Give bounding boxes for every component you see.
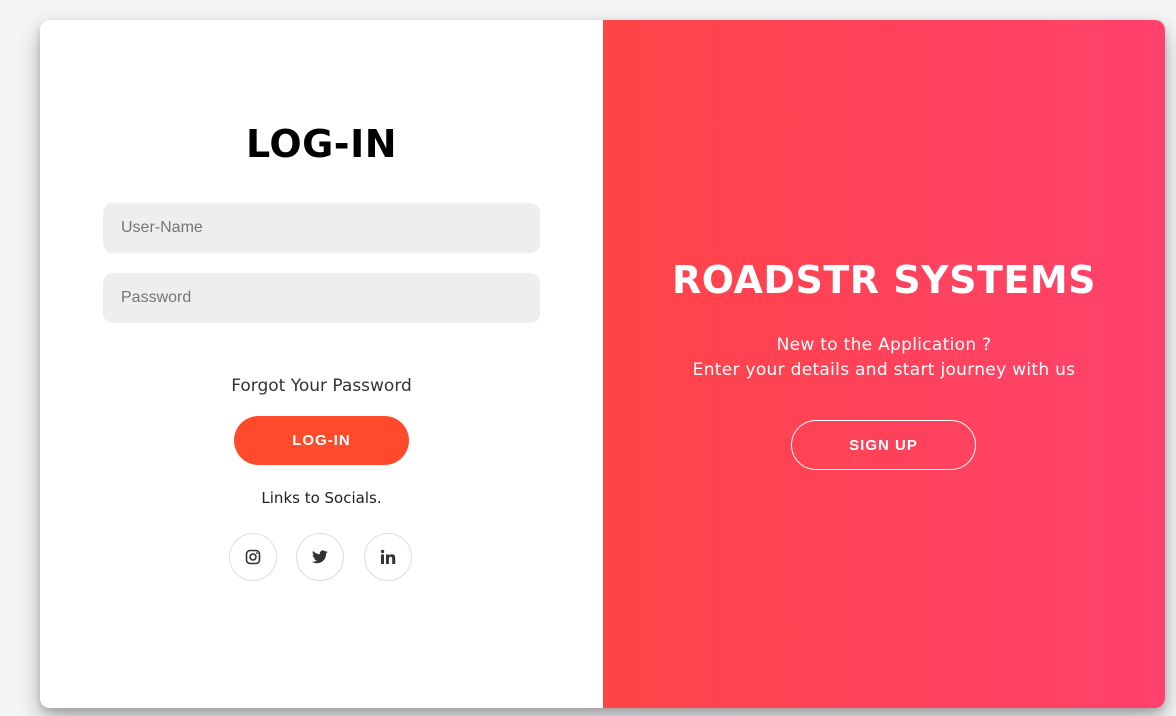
signup-tagline-line1: New to the Application ? [776,335,992,355]
username-input[interactable] [103,203,540,253]
twitter-link[interactable] [296,533,344,581]
login-panel: LOG-IN Forgot Your Password LOG-IN Links… [40,20,603,708]
login-button[interactable]: LOG-IN [234,416,409,465]
instagram-icon [245,549,261,565]
linkedin-icon [380,549,396,564]
linkedin-link[interactable] [364,533,412,581]
password-input[interactable] [103,273,540,323]
brand-title: ROADSTR SYSTEMS [671,258,1097,302]
socials-label: Links to Socials. [261,489,382,507]
forgot-password-link[interactable]: Forgot Your Password [40,376,603,396]
instagram-link[interactable] [229,533,277,581]
login-title: LOG-IN [245,122,398,166]
auth-card: LOG-IN Forgot Your Password LOG-IN Links… [40,20,1165,708]
signup-tagline-line2: Enter your details and start journey wit… [692,360,1076,380]
signup-panel: ROADSTR SYSTEMS New to the Application ?… [603,20,1165,708]
signup-button[interactable]: SIGN UP [791,420,976,470]
twitter-icon [312,550,328,564]
